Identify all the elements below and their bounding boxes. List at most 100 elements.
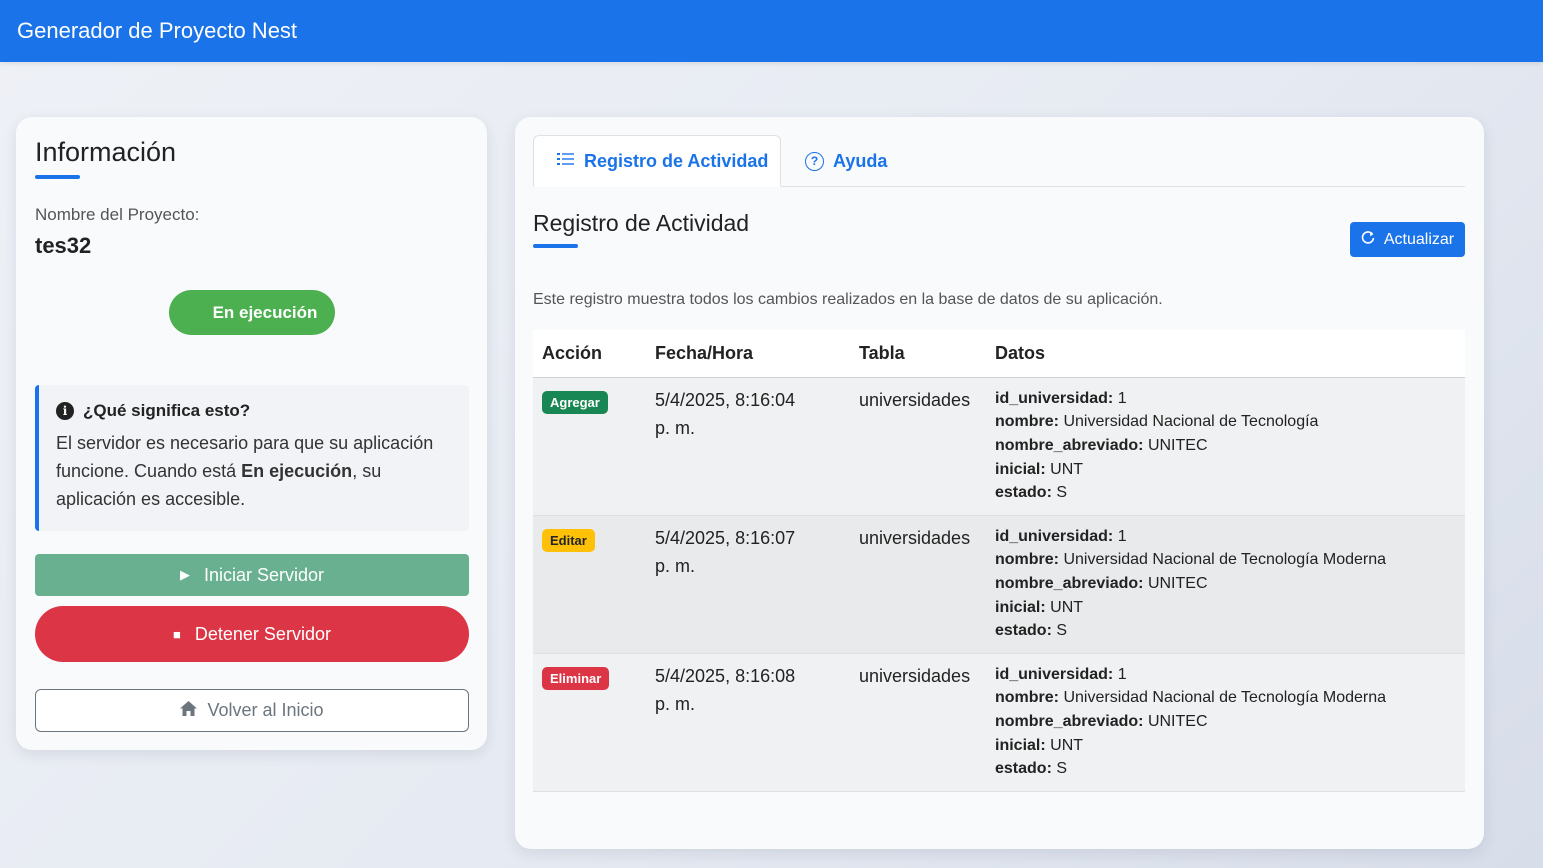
header-table: Tabla — [859, 342, 905, 363]
data-field-key: inicial: — [995, 598, 1046, 616]
help-text-bold: En ejecución — [241, 461, 353, 481]
tab-bar: Registro de Actividad ? Ayuda — [533, 135, 1465, 187]
cell-data: id_universidad: 1 nombre: Universidad Nac… — [986, 515, 1465, 653]
info-title-underline — [35, 175, 80, 179]
data-field-key: inicial: — [995, 460, 1046, 478]
data-field-key: estado: — [995, 622, 1052, 640]
data-field-value: 1 — [1117, 665, 1127, 683]
stop-icon: ■ — [173, 626, 181, 642]
question-circle-icon: ? — [805, 151, 824, 171]
tab-activity-log[interactable]: Registro de Actividad — [533, 135, 781, 187]
cell-data: id_universidad: 1 nombre: Universidad Nac… — [986, 377, 1465, 515]
data-field-key: nombre_abreviado: — [995, 574, 1144, 592]
data-field: estado: S — [995, 757, 1465, 781]
project-name-label: Nombre del Proyecto: — [35, 205, 200, 224]
cell-datetime: 5/4/2025, 8:16:04 p. m. — [646, 377, 850, 515]
data-field: nombre_abreviado: UNITEC — [995, 710, 1465, 734]
data-field: nombre: Universidad Nacional de Tecnolog… — [995, 686, 1465, 710]
data-field-key: id_universidad: — [995, 527, 1114, 545]
data-field-value: S — [1056, 760, 1068, 778]
data-field-value: UNT — [1050, 736, 1084, 754]
table-row: Agregar 5/4/2025, 8:16:04 p. m. universidad… — [533, 377, 1465, 515]
refresh-icon — [1361, 230, 1375, 249]
info-card: Información Nombre del Proyecto: tes32 E… — [16, 117, 487, 750]
datetime-line-2: p. m. — [655, 555, 696, 576]
table-header-row: Acción Fecha/Hora Tabla Datos — [533, 330, 1465, 377]
help-callout: i ¿Qué significa esto? El servidor es ne… — [35, 385, 469, 531]
data-field-value: S — [1056, 622, 1068, 640]
datetime-line-2: p. m. — [655, 693, 696, 714]
back-home-label: Volver al Inicio — [207, 700, 324, 720]
data-field-key: nombre: — [995, 551, 1059, 569]
data-field: nombre: Universidad Nacional de Tecnolog… — [995, 410, 1465, 434]
data-field-key: id_universidad: — [995, 389, 1114, 407]
cell-table: universidades — [859, 389, 971, 410]
data-field: nombre_abreviado: UNITEC — [995, 572, 1465, 596]
data-field: nombre_abreviado: UNITEC — [995, 434, 1465, 458]
header-data: Datos — [995, 342, 1046, 363]
cell-data: id_universidad: 1 nombre: Universidad Nac… — [986, 653, 1465, 791]
cell-table: universidades — [859, 527, 971, 548]
cell-datetime: 5/4/2025, 8:16:08 p. m. — [646, 653, 850, 791]
table-row: Editar 5/4/2025, 8:16:07 p. m. universidade… — [533, 515, 1465, 653]
tab-help[interactable]: ? Ayuda — [805, 135, 887, 187]
play-icon: ▶ — [179, 567, 190, 582]
activity-card: Registro de Actividad ? Ayuda Registro d… — [515, 117, 1484, 849]
help-heading: i ¿Qué significa esto? — [56, 401, 452, 421]
data-field-value: UNITEC — [1147, 712, 1208, 730]
cell-table: universidades — [859, 665, 971, 686]
action-badge: Eliminar — [542, 666, 610, 690]
status-badge: En ejecución — [169, 290, 335, 335]
data-field-key: inicial: — [995, 736, 1046, 754]
data-field: inicial: UNT — [995, 734, 1465, 758]
start-server-button[interactable]: ▶ Iniciar Servidor — [35, 554, 469, 596]
data-field: id_universidad: 1 — [995, 525, 1465, 549]
start-server-label: Iniciar Servidor — [203, 564, 325, 585]
table-row: Eliminar 5/4/2025, 8:16:08 p. m. universida… — [533, 653, 1465, 791]
refresh-label: Actualizar — [1383, 230, 1455, 248]
info-title: Información — [35, 137, 177, 167]
data-field-value: 1 — [1117, 389, 1127, 407]
stop-server-button[interactable]: ■ Detener Servidor — [35, 606, 469, 662]
activity-description: Este registro muestra todos los cambios … — [533, 291, 1163, 308]
top-navbar: Generador de Proyecto Nest — [0, 0, 1543, 62]
data-field-value: UNITEC — [1147, 574, 1208, 592]
data-field-key: id_universidad: — [995, 665, 1114, 683]
data-field: id_universidad: 1 — [995, 663, 1465, 687]
activity-title: Registro de Actividad — [533, 210, 750, 236]
cell-action: Agregar — [533, 377, 646, 515]
data-field-value: UNT — [1050, 460, 1084, 478]
data-field: inicial: UNT — [995, 596, 1465, 620]
data-field: estado: S — [995, 481, 1465, 505]
action-badge: Editar — [542, 528, 595, 552]
help-text: El servidor es necesario para que su apl… — [56, 429, 452, 513]
list-icon — [557, 151, 574, 171]
data-field-value: Universidad Nacional de Tecnología — [1063, 413, 1319, 431]
data-field-value: Universidad Nacional de Tecnología Moder… — [1063, 689, 1387, 707]
tab-help-label: Ayuda — [833, 150, 888, 171]
data-field: id_universidad: 1 — [995, 387, 1465, 411]
data-field-key: estado: — [995, 760, 1052, 778]
data-field-key: nombre_abreviado: — [995, 436, 1144, 454]
project-name-value: tes32 — [35, 233, 92, 258]
header-action: Acción — [542, 342, 603, 363]
data-field: nombre: Universidad Nacional de Tecnolog… — [995, 548, 1465, 572]
back-home-button[interactable]: Volver al Inicio — [35, 689, 469, 732]
datetime-line-1: 5/4/2025, 8:16:04 — [655, 389, 796, 410]
refresh-button[interactable]: Actualizar — [1350, 222, 1465, 257]
data-field-key: estado: — [995, 484, 1052, 502]
cell-datetime: 5/4/2025, 8:16:07 p. m. — [646, 515, 850, 653]
activity-table: Acción Fecha/Hora Tabla Datos Agregar 5/4… — [533, 330, 1465, 792]
data-field-key: nombre: — [995, 689, 1059, 707]
help-title: ¿Qué significa esto? — [83, 401, 251, 420]
data-field-value: 1 — [1117, 527, 1127, 545]
info-circle-icon: i — [56, 402, 74, 420]
data-field-value: UNITEC — [1147, 436, 1208, 454]
cell-action: Editar — [533, 515, 646, 653]
data-field-value: Universidad Nacional de Tecnología Moder… — [1063, 551, 1387, 569]
data-field-value: UNT — [1050, 598, 1084, 616]
data-field-key: nombre_abreviado: — [995, 712, 1144, 730]
data-field-value: S — [1056, 484, 1068, 502]
stop-server-label: Detener Servidor — [194, 623, 331, 644]
data-field: estado: S — [995, 619, 1465, 643]
